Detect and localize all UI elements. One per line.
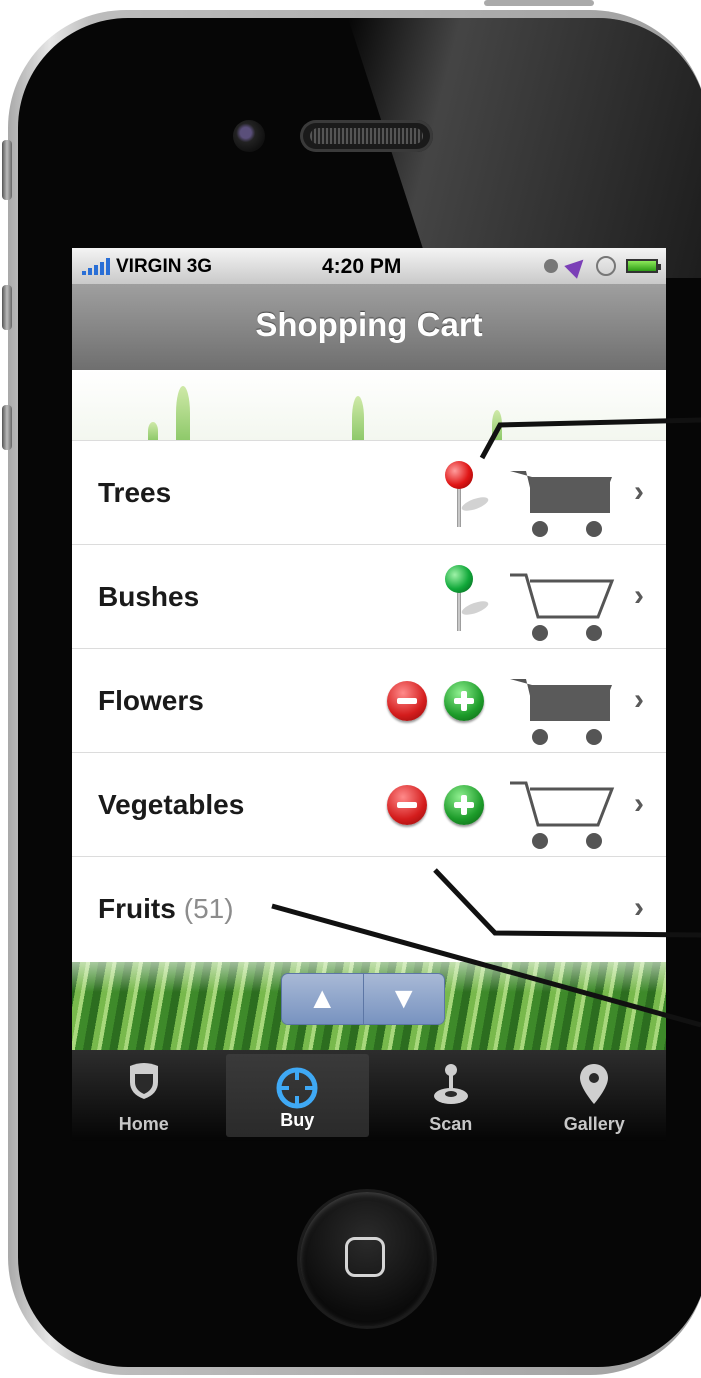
page-up-button[interactable]: ▲ <box>282 974 363 1024</box>
list-item-label-group: Fruits (51) <box>98 893 234 925</box>
shield-icon <box>129 1063 158 1099</box>
chevron-right-icon: › <box>634 683 644 716</box>
tab-gallery[interactable]: Gallery <box>523 1050 667 1141</box>
cart-filled-icon[interactable] <box>508 463 620 543</box>
minus-button[interactable] <box>387 785 427 825</box>
screen: VIRGIN 3G 4:20 PM Shopping Cart Trees › … <box>72 248 666 1141</box>
tab-home[interactable]: Home <box>72 1050 216 1141</box>
tab-bar: Home Buy Scan Gallery <box>72 1050 666 1141</box>
list-item-label: Trees <box>98 477 172 508</box>
minus-button[interactable] <box>387 681 427 721</box>
list-item-trees[interactable]: Trees › <box>72 440 666 544</box>
tab-scan[interactable]: Scan <box>379 1050 523 1141</box>
list-item-flowers[interactable]: Flowers › <box>72 648 666 752</box>
front-camera <box>233 120 265 152</box>
list-item-vegetables[interactable]: Vegetables › <box>72 752 666 856</box>
list-item-label: Flowers <box>98 685 204 716</box>
list-item-label: Bushes <box>98 581 200 612</box>
home-button[interactable] <box>300 1192 434 1326</box>
tab-label: Buy <box>280 1110 315 1130</box>
mute-switch <box>2 140 12 200</box>
navigation-bar: Shopping Cart <box>72 284 666 371</box>
location-icon <box>564 253 590 279</box>
plus-button[interactable] <box>444 681 484 721</box>
sleep-button <box>484 0 594 6</box>
plus-button[interactable] <box>444 785 484 825</box>
tab-buy[interactable]: Buy <box>225 1054 369 1137</box>
chevron-right-icon: › <box>634 579 644 612</box>
volume-down-button <box>2 405 12 450</box>
list-item-bushes[interactable]: Bushes › <box>72 544 666 648</box>
status-bar: VIRGIN 3G 4:20 PM <box>72 248 666 284</box>
list-item-label: Fruits <box>98 893 176 924</box>
status-time: 4:20 PM <box>322 255 402 278</box>
carrier-label: VIRGIN 3G <box>116 256 213 277</box>
category-list: Trees › Bushes › Flowers › Vegetables › … <box>72 440 666 960</box>
battery-icon <box>626 259 661 273</box>
grass-footer-background: ▲ ▼ <box>72 962 666 1050</box>
green-pin-icon[interactable] <box>445 565 490 633</box>
signal-icon <box>82 258 110 275</box>
rotation-lock-icon <box>596 256 616 276</box>
volume-up-button <box>2 285 12 330</box>
crosshair-icon <box>276 1067 318 1109</box>
list-item-fruits[interactable]: Fruits (51) › <box>72 856 666 960</box>
list-item-label: Vegetables <box>98 789 245 820</box>
cart-filled-icon[interactable] <box>508 671 620 751</box>
cart-outline-icon[interactable] <box>508 775 620 855</box>
home-square-icon <box>345 1237 385 1277</box>
clock-icon <box>544 259 558 273</box>
chevron-right-icon: › <box>634 475 644 508</box>
joystick-icon <box>433 1064 468 1104</box>
page-down-button[interactable]: ▼ <box>362 974 445 1024</box>
pager-control: ▲ ▼ <box>282 974 444 1024</box>
page-title: Shopping Cart <box>255 306 483 343</box>
tab-label: Gallery <box>563 1114 625 1134</box>
chevron-right-icon: › <box>634 891 644 924</box>
red-pin-icon[interactable] <box>445 461 490 529</box>
item-count: (51) <box>183 893 234 924</box>
map-pin-icon <box>580 1064 609 1104</box>
chevron-right-icon: › <box>634 787 644 820</box>
tab-label: Scan <box>429 1114 473 1134</box>
earpiece-speaker <box>300 120 433 152</box>
cart-outline-icon[interactable] <box>508 567 620 647</box>
tab-label: Home <box>118 1114 169 1134</box>
grass-header-background <box>72 370 666 440</box>
